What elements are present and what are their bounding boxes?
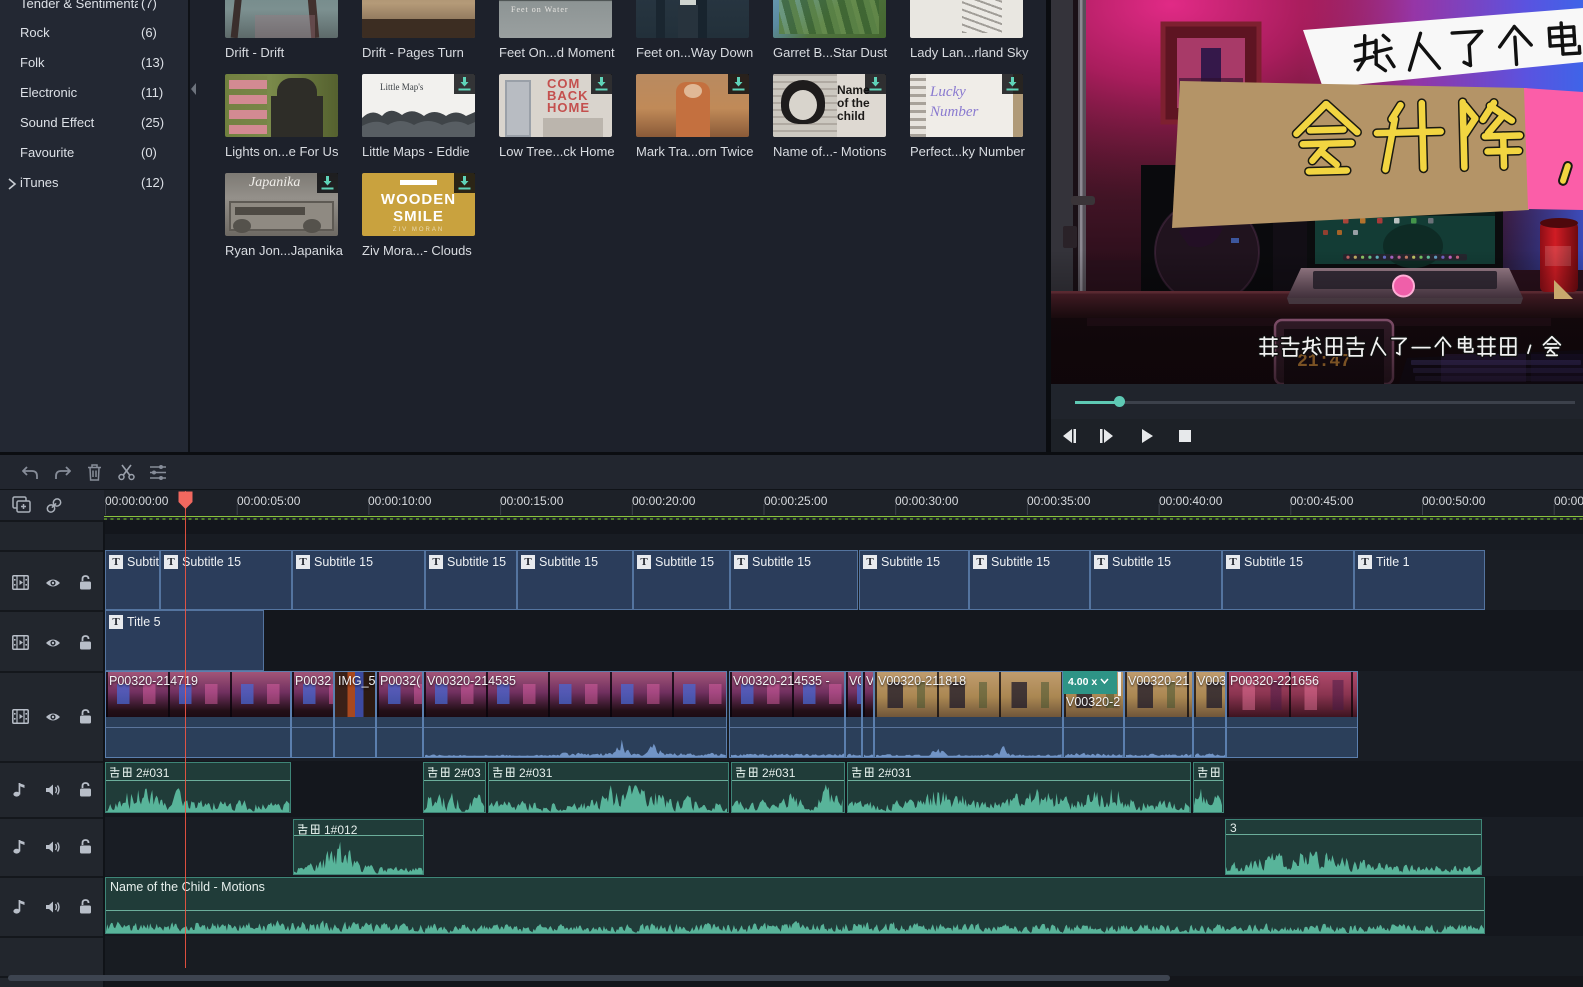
svg-text:2#03: 2#03 [454,766,481,779]
svg-text:2#031: 2#031 [136,766,170,779]
svg-text:2#031: 2#031 [519,766,553,779]
svg-text:2#031: 2#031 [878,766,912,779]
svg-text:2#031: 2#031 [762,766,796,779]
